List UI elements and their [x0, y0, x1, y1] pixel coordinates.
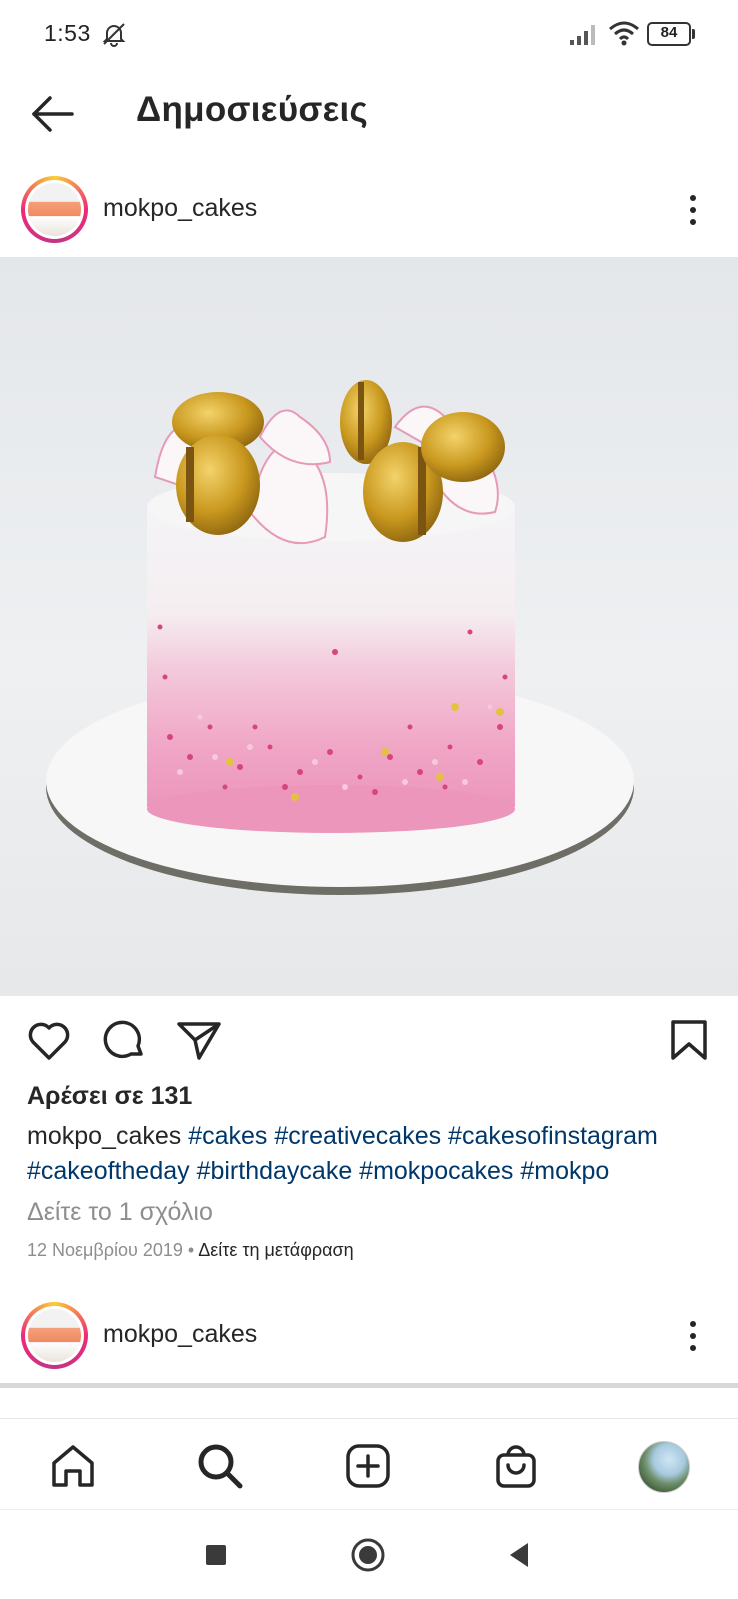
post-caption: mokpo_cakes #cakes #creativecakes #cakes… [27, 1119, 727, 1189]
post-username[interactable]: mokpo_cakes [103, 194, 257, 223]
see-translation-link[interactable]: Δείτε τη μετάφραση [198, 1240, 353, 1260]
wifi-icon [609, 21, 639, 46]
caption-username[interactable]: mokpo_cakes [27, 1122, 181, 1150]
post-action-bar [0, 1004, 738, 1074]
bell-off-icon [102, 23, 126, 47]
home-icon[interactable] [48, 1441, 98, 1491]
avatar-frame [25, 180, 84, 239]
more-vertical-icon [690, 195, 696, 201]
next-post-header: mokpo_cakes [0, 1290, 738, 1382]
bookmark-icon[interactable] [665, 1016, 713, 1064]
heart-icon[interactable] [25, 1016, 73, 1064]
more-vertical-icon [690, 1321, 696, 1327]
story-ring[interactable] [21, 176, 88, 243]
battery-tip [692, 29, 695, 39]
more-options-button[interactable] [676, 1318, 710, 1354]
more-dot [690, 207, 696, 213]
system-nav-bar [0, 1509, 738, 1599]
battery-level: 84 [660, 24, 678, 41]
recents-icon[interactable] [198, 1537, 234, 1573]
home-circle-icon[interactable] [350, 1537, 386, 1573]
more-dot [690, 1345, 696, 1351]
status-time: 1:53 [44, 20, 91, 46]
search-icon[interactable] [195, 1441, 245, 1491]
app-header: Δημοσιεύσεις [0, 68, 738, 164]
cake-photo [0, 257, 738, 996]
avatar [28, 1309, 81, 1362]
next-post-image-edge [0, 1383, 738, 1388]
page-title: Δημοσιεύσεις [136, 90, 369, 129]
more-options-button[interactable] [676, 192, 710, 228]
post-header: mokpo_cakes [0, 164, 738, 256]
likes-count[interactable]: Αρέσει σε 131 [27, 1082, 192, 1111]
meta-separator: • [182, 1240, 199, 1260]
post-date: 12 Νοεμβρίου 2019 [27, 1240, 183, 1260]
post-image[interactable] [0, 257, 738, 996]
paper-plane-icon[interactable] [175, 1016, 223, 1064]
more-dot [690, 1333, 696, 1339]
avatar [28, 183, 81, 236]
more-dot [690, 219, 696, 225]
shopping-bag-icon[interactable] [491, 1441, 541, 1491]
post-username[interactable]: mokpo_cakes [103, 1320, 257, 1349]
screen: 1:53 84 Δημοσιεύσεις mokpo_cakes Αρέσει … [0, 0, 738, 1599]
avatar-frame [25, 1306, 84, 1365]
signal-icon [570, 25, 595, 45]
battery-indicator: 84 [647, 22, 695, 46]
story-ring[interactable] [21, 1302, 88, 1369]
arrow-left-icon[interactable] [28, 90, 76, 138]
status-bar: 1:53 84 [0, 0, 738, 68]
profile-avatar[interactable] [638, 1441, 690, 1493]
bottom-nav [0, 1418, 738, 1508]
post-meta: 12 Νοεμβρίου 2019 • Δείτε τη μετάφραση [27, 1240, 354, 1261]
view-comments-link[interactable]: Δείτε το 1 σχόλιο [27, 1198, 213, 1227]
comment-icon[interactable] [100, 1016, 148, 1064]
plus-square-icon[interactable] [343, 1441, 393, 1491]
back-triangle-icon[interactable] [502, 1537, 538, 1573]
